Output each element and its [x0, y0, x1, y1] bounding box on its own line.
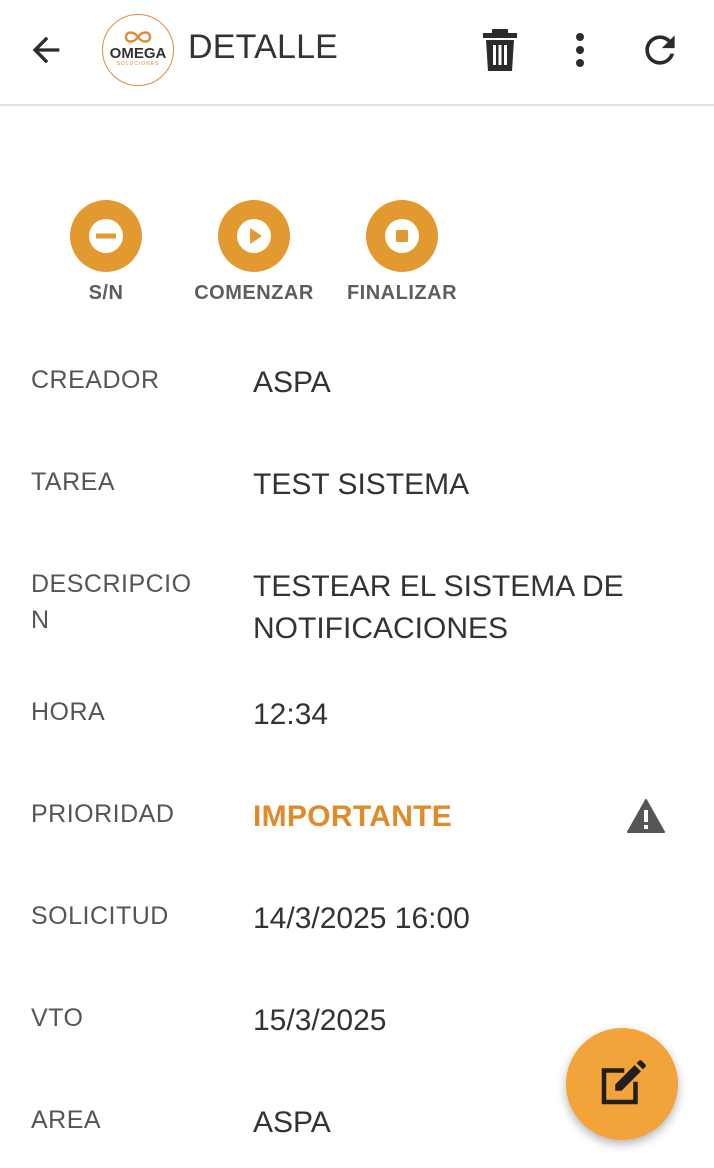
sn-label: S/N — [88, 282, 124, 304]
warning-icon — [627, 799, 665, 833]
stop-circle-icon — [385, 219, 419, 253]
action-comenzar[interactable]: COMENZAR — [186, 200, 322, 305]
creador-label: CREADOR — [31, 366, 160, 394]
company-logo: OMEGA SOLUCIONES — [102, 14, 174, 86]
edit-icon — [601, 1060, 646, 1105]
solicitud-value: 14/3/2025 16:00 — [253, 902, 470, 935]
action-sn[interactable]: S/N — [48, 200, 164, 305]
edit-fab-button[interactable] — [566, 1028, 678, 1140]
vto-label: VTO — [31, 1004, 84, 1032]
minus-circle-icon — [89, 219, 123, 253]
hora-label: HORA — [31, 698, 106, 726]
more-options-button[interactable] — [556, 24, 604, 76]
hora-value: 12:34 — [253, 698, 329, 731]
prioridad-label: PRIORIDAD — [31, 800, 175, 828]
prioridad-value: IMPORTANTE — [253, 800, 453, 833]
descripcion-label: DESCRIPCIO N — [31, 570, 192, 634]
tarea-value: TEST SISTEMA — [253, 468, 470, 501]
arrow-left-icon — [32, 36, 60, 64]
sn-button[interactable] — [70, 200, 142, 272]
more-vertical-icon — [576, 33, 584, 67]
app-bar: OMEGA SOLUCIONES DETALLE — [0, 0, 714, 106]
creador-value: ASPA — [253, 366, 331, 399]
back-button[interactable] — [18, 24, 74, 76]
finalizar-label: FINALIZAR — [346, 282, 458, 304]
descripcion-value: TESTEAR EL SISTEMA DE NOTIFICACIONES — [253, 570, 624, 645]
logo-name: OMEGA — [109, 45, 167, 62]
action-finalizar[interactable]: FINALIZAR — [336, 200, 468, 305]
refresh-icon — [645, 35, 675, 65]
page-title: DETALLE — [188, 28, 339, 66]
finalizar-button[interactable] — [366, 200, 438, 272]
logo-subtitle: SOLUCIONES — [116, 61, 160, 67]
infinity-logo-icon — [124, 31, 152, 43]
delete-button[interactable] — [474, 24, 526, 76]
trash-icon — [483, 29, 517, 71]
comenzar-button[interactable] — [218, 200, 290, 272]
comenzar-label: COMENZAR — [194, 282, 314, 304]
play-circle-icon — [237, 219, 271, 253]
area-label: AREA — [31, 1106, 102, 1134]
refresh-button[interactable] — [632, 24, 688, 76]
solicitud-label: SOLICITUD — [31, 902, 169, 930]
tarea-label: TAREA — [31, 468, 115, 496]
